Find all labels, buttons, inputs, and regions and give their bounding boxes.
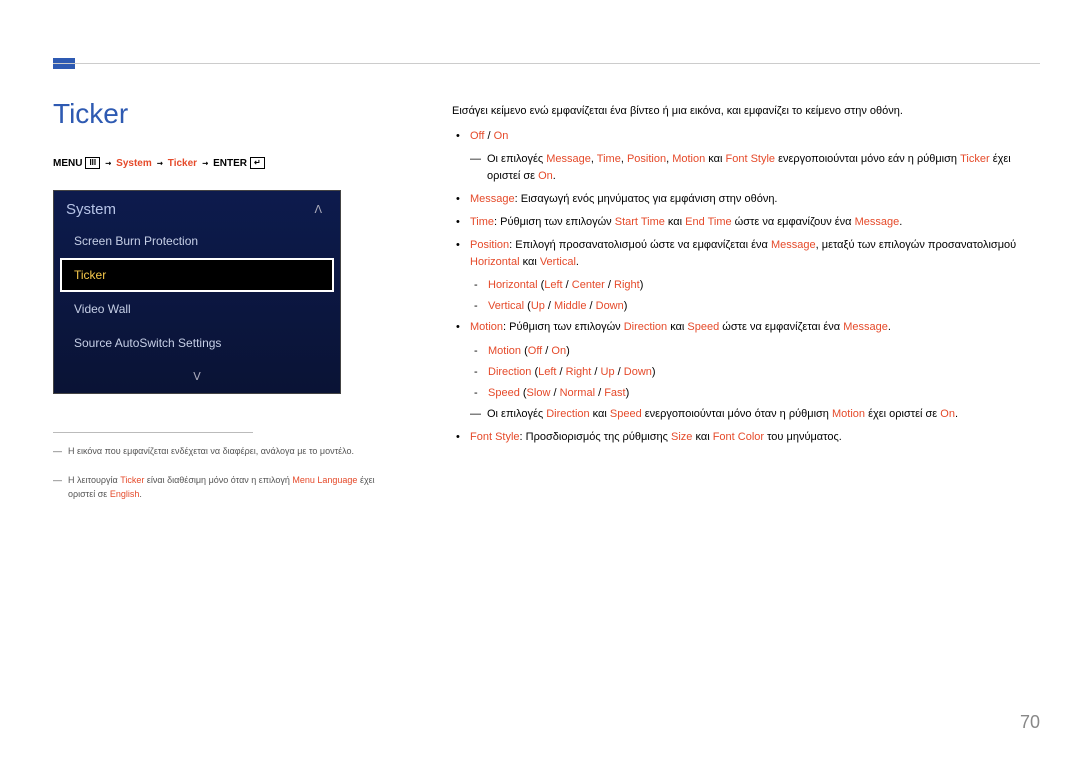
arrow-icon: → (155, 158, 165, 169)
footnote-2: ― Η λειτουργία Ticker είναι διαθέσιμη μό… (53, 474, 383, 501)
note-motion-on: ― Οι επιλογές Direction και Speed ενεργο… (452, 406, 1040, 423)
menu-item-video-wall[interactable]: Video Wall (60, 292, 334, 326)
page-title: Ticker (53, 98, 128, 130)
chevron-up-icon[interactable]: ᐱ (314, 203, 322, 216)
dash-icon: ― (470, 406, 481, 423)
footnote-text: Η εικόνα που εμφανίζεται ενδέχεται να δι… (68, 445, 354, 459)
system-menu-panel: System ᐱ Screen Burn Protection Ticker V… (53, 190, 341, 394)
footnote-1: ― Η εικόνα που εμφανίζεται ενδέχεται να … (53, 445, 383, 459)
sub-speed: Speed (Slow / Normal / Fast) (452, 385, 1040, 402)
bullet-position: Position: Επιλογή προσανατολισμού ώστε ν… (452, 237, 1040, 271)
sub-direction: Direction (Left / Right / Up / Down) (452, 364, 1040, 381)
bullet-fontstyle: Font Style: Προσδιορισμός της ρύθμισης S… (452, 429, 1040, 446)
arrow-icon: → (200, 158, 210, 169)
content-body: Εισάγει κείμενο ενώ εμφανίζεται ένα βίντ… (452, 103, 1040, 452)
header-rule (53, 63, 1040, 64)
breadcrumb-enter: ENTER (213, 158, 247, 169)
enter-icon: ↵ (250, 157, 265, 169)
bullet-message: Message: Εισαγωγή ενός μηνύματος για εμφ… (452, 191, 1040, 208)
note-ticker-on: ― Οι επιλογές Message, Time, Position, M… (452, 151, 1040, 185)
breadcrumb-ticker: Ticker (168, 158, 197, 169)
dash-icon: ― (470, 151, 481, 185)
menu-header: System ᐱ (54, 191, 340, 224)
dash-icon: ― (53, 474, 62, 501)
sub-horizontal: Horizontal (Left / Center / Right) (452, 277, 1040, 294)
menu-item-source-autoswitch[interactable]: Source AutoSwitch Settings (60, 326, 334, 360)
menu-title: System (66, 201, 116, 218)
bullet-motion: Motion: Ρύθμιση των επιλογών Direction κ… (452, 319, 1040, 336)
footnote-text: Η λειτουργία Ticker είναι διαθέσιμη μόνο… (68, 474, 383, 501)
menu-item-ticker[interactable]: Ticker (60, 258, 334, 292)
menu-item-screen-burn[interactable]: Screen Burn Protection (60, 224, 334, 258)
breadcrumb: MENU III → System → Ticker → ENTER ↵ (53, 157, 265, 169)
breadcrumb-menu: MENU (53, 158, 82, 169)
menu-icon: III (85, 157, 100, 169)
bullet-off-on: Off / On (452, 128, 1040, 145)
arrow-icon: → (103, 158, 113, 169)
page-number: 70 (1020, 712, 1040, 733)
dash-icon: ― (53, 445, 62, 459)
chevron-down-icon[interactable]: ᐯ (54, 360, 340, 383)
sub-motion: Motion (Off / On) (452, 343, 1040, 360)
sub-vertical: Vertical (Up / Middle / Down) (452, 298, 1040, 315)
intro-text: Εισάγει κείμενο ενώ εμφανίζεται ένα βίντ… (452, 103, 1040, 120)
bullet-time: Time: Ρύθμιση των επιλογών Start Time κα… (452, 214, 1040, 231)
breadcrumb-system: System (116, 158, 152, 169)
footnote-divider (53, 432, 253, 433)
